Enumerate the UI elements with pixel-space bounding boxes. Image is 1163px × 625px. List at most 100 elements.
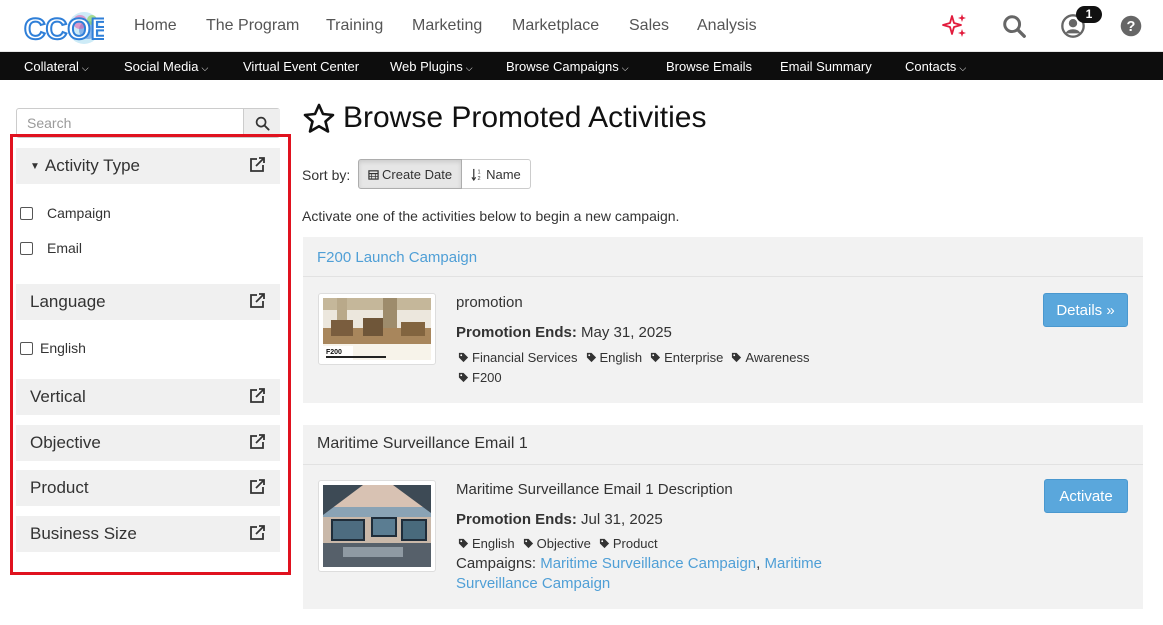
- promotion-ends-value: Jul 31, 2025: [581, 511, 663, 528]
- search-input[interactable]: [17, 109, 243, 137]
- promotion-ends-label: Promotion Ends:: [456, 511, 577, 528]
- external-link-icon[interactable]: [248, 524, 266, 542]
- tag-icon: [458, 538, 469, 549]
- search-button[interactable]: [243, 109, 280, 137]
- subnav-label: Web Plugins: [390, 59, 463, 74]
- subnav-social-media[interactable]: Social Media ⌵: [124, 59, 208, 74]
- activity-card: Maritime Surveillance Email 1 Maritime S…: [303, 425, 1143, 609]
- thumbnail-caption: F200: [326, 349, 342, 356]
- sort-name-button[interactable]: 1 2 Name: [462, 159, 531, 189]
- tag-icon: [458, 372, 469, 383]
- caret-down-icon: ▼: [30, 161, 40, 172]
- tag-label: Product: [612, 536, 658, 551]
- subnav-label: Browse Campaigns: [506, 59, 619, 74]
- external-link-icon[interactable]: [248, 433, 266, 451]
- tag: Awareness: [731, 348, 809, 368]
- page-title: Browse Promoted Activities: [343, 101, 707, 134]
- subnav-browse-emails[interactable]: Browse Emails: [666, 59, 752, 74]
- checkbox-label: Campaign: [47, 205, 111, 221]
- external-link-icon[interactable]: [248, 387, 266, 405]
- intro-text: Activate one of the activities below to …: [302, 208, 680, 224]
- facet-objective[interactable]: Objective: [16, 425, 280, 461]
- nav-sales[interactable]: Sales: [629, 17, 669, 35]
- nav-training[interactable]: Training: [326, 17, 383, 35]
- facet-activity-type[interactable]: ▼ Activity Type: [16, 148, 280, 184]
- tag: English: [586, 348, 642, 368]
- campaign-checkbox[interactable]: [20, 206, 33, 220]
- facet-title: Vertical: [30, 387, 86, 406]
- svg-text:2: 2: [478, 176, 481, 181]
- facet-title: Language: [30, 292, 106, 311]
- facet-product[interactable]: Product: [16, 470, 280, 506]
- tag: Enterprise: [650, 348, 723, 368]
- caret-down-icon: ⌵: [621, 63, 629, 73]
- activity-thumbnail: F200: [318, 293, 436, 365]
- tag: Objective: [523, 534, 591, 554]
- email-checkbox[interactable]: [20, 241, 33, 255]
- nav-marketing[interactable]: Marketing: [412, 17, 482, 35]
- external-link-icon[interactable]: [248, 292, 266, 310]
- subnav-label: Contacts: [905, 59, 957, 74]
- caret-down-icon: ⌵: [465, 63, 473, 73]
- facet-title: Business Size: [30, 524, 137, 543]
- logo-text: CCOE: [24, 13, 104, 46]
- campaign-link[interactable]: Maritime Surveillance Campaign: [540, 555, 756, 572]
- sort-button-group: Create Date 1 2 Name: [358, 159, 531, 189]
- facet-vertical[interactable]: Vertical: [16, 379, 280, 415]
- notification-badge: 1: [1076, 6, 1102, 23]
- sort-alpha-icon: 1 2: [471, 168, 481, 181]
- english-checkbox[interactable]: [20, 341, 33, 355]
- card-title-link[interactable]: F200 Launch Campaign: [317, 249, 477, 266]
- subnav-collateral[interactable]: Collateral ⌵: [24, 59, 89, 74]
- tag-icon: [458, 352, 469, 363]
- promotion-ends-value: May 31, 2025: [581, 324, 672, 341]
- facet-title: Product: [30, 478, 89, 497]
- facet-language[interactable]: Language: [16, 284, 280, 320]
- nav-marketplace[interactable]: Marketplace: [512, 17, 599, 35]
- external-link-icon[interactable]: [248, 156, 266, 174]
- activity-thumbnail: [318, 480, 436, 572]
- checkbox-label: English: [40, 340, 86, 356]
- subnav-label: Virtual Event Center: [243, 59, 360, 74]
- calendar-icon: [368, 169, 379, 180]
- nav-the-program[interactable]: The Program: [206, 17, 299, 35]
- tag-icon: [732, 352, 742, 363]
- subnav-contacts[interactable]: Contacts ⌵: [905, 59, 966, 74]
- subnav-label: Social Media: [124, 59, 199, 74]
- tag: English: [458, 534, 515, 554]
- facet-business-size[interactable]: Business Size: [16, 516, 280, 552]
- subnav-web-plugins[interactable]: Web Plugins ⌵: [390, 59, 473, 74]
- sort-option-label: Create Date: [382, 166, 453, 182]
- card-header: Maritime Surveillance Email 1: [303, 425, 1143, 465]
- help-icon[interactable]: ?: [1117, 12, 1145, 40]
- nav-home[interactable]: Home: [134, 17, 177, 35]
- external-link-icon[interactable]: [248, 478, 266, 496]
- activate-button[interactable]: Activate: [1044, 479, 1128, 513]
- sort-option-label: Name: [486, 166, 521, 182]
- subnav-label: Browse Emails: [666, 59, 752, 74]
- promotion-ends-label: Promotion Ends:: [456, 324, 577, 341]
- facet-option-email: Email: [20, 240, 82, 256]
- caret-down-icon: ⌵: [81, 63, 89, 73]
- top-navbar: CCOE Home The Program Training Marketing…: [0, 0, 1163, 52]
- svg-text:?: ?: [1127, 19, 1136, 35]
- tag-label: F200: [472, 370, 502, 385]
- facet-option-english: English: [20, 340, 86, 356]
- tag-list: English Objective Product: [458, 534, 878, 554]
- ccoe-logo[interactable]: CCOE: [22, 8, 112, 47]
- sparkle-icon[interactable]: [941, 12, 969, 40]
- sort-create-date-button[interactable]: Create Date: [358, 159, 463, 189]
- subnav-label: Collateral: [24, 59, 79, 74]
- tag-label: Awareness: [745, 350, 810, 365]
- search-icon[interactable]: [1000, 12, 1028, 40]
- nav-analysis[interactable]: Analysis: [697, 17, 757, 35]
- sort-label: Sort by:: [302, 167, 351, 183]
- details-button[interactable]: Details »: [1043, 293, 1128, 327]
- subnav-email-summary[interactable]: Email Summary: [780, 59, 872, 74]
- campaigns-label: Campaigns:: [456, 555, 537, 572]
- subnav-label: Email Summary: [780, 59, 872, 74]
- subnav-virtual-event-center[interactable]: Virtual Event Center: [243, 59, 359, 74]
- facet-title: Objective: [30, 433, 101, 452]
- subnav-browse-campaigns[interactable]: Browse Campaigns ⌵: [506, 59, 629, 74]
- activity-card: F200 Launch Campaign F200 promotion Prom…: [303, 237, 1143, 403]
